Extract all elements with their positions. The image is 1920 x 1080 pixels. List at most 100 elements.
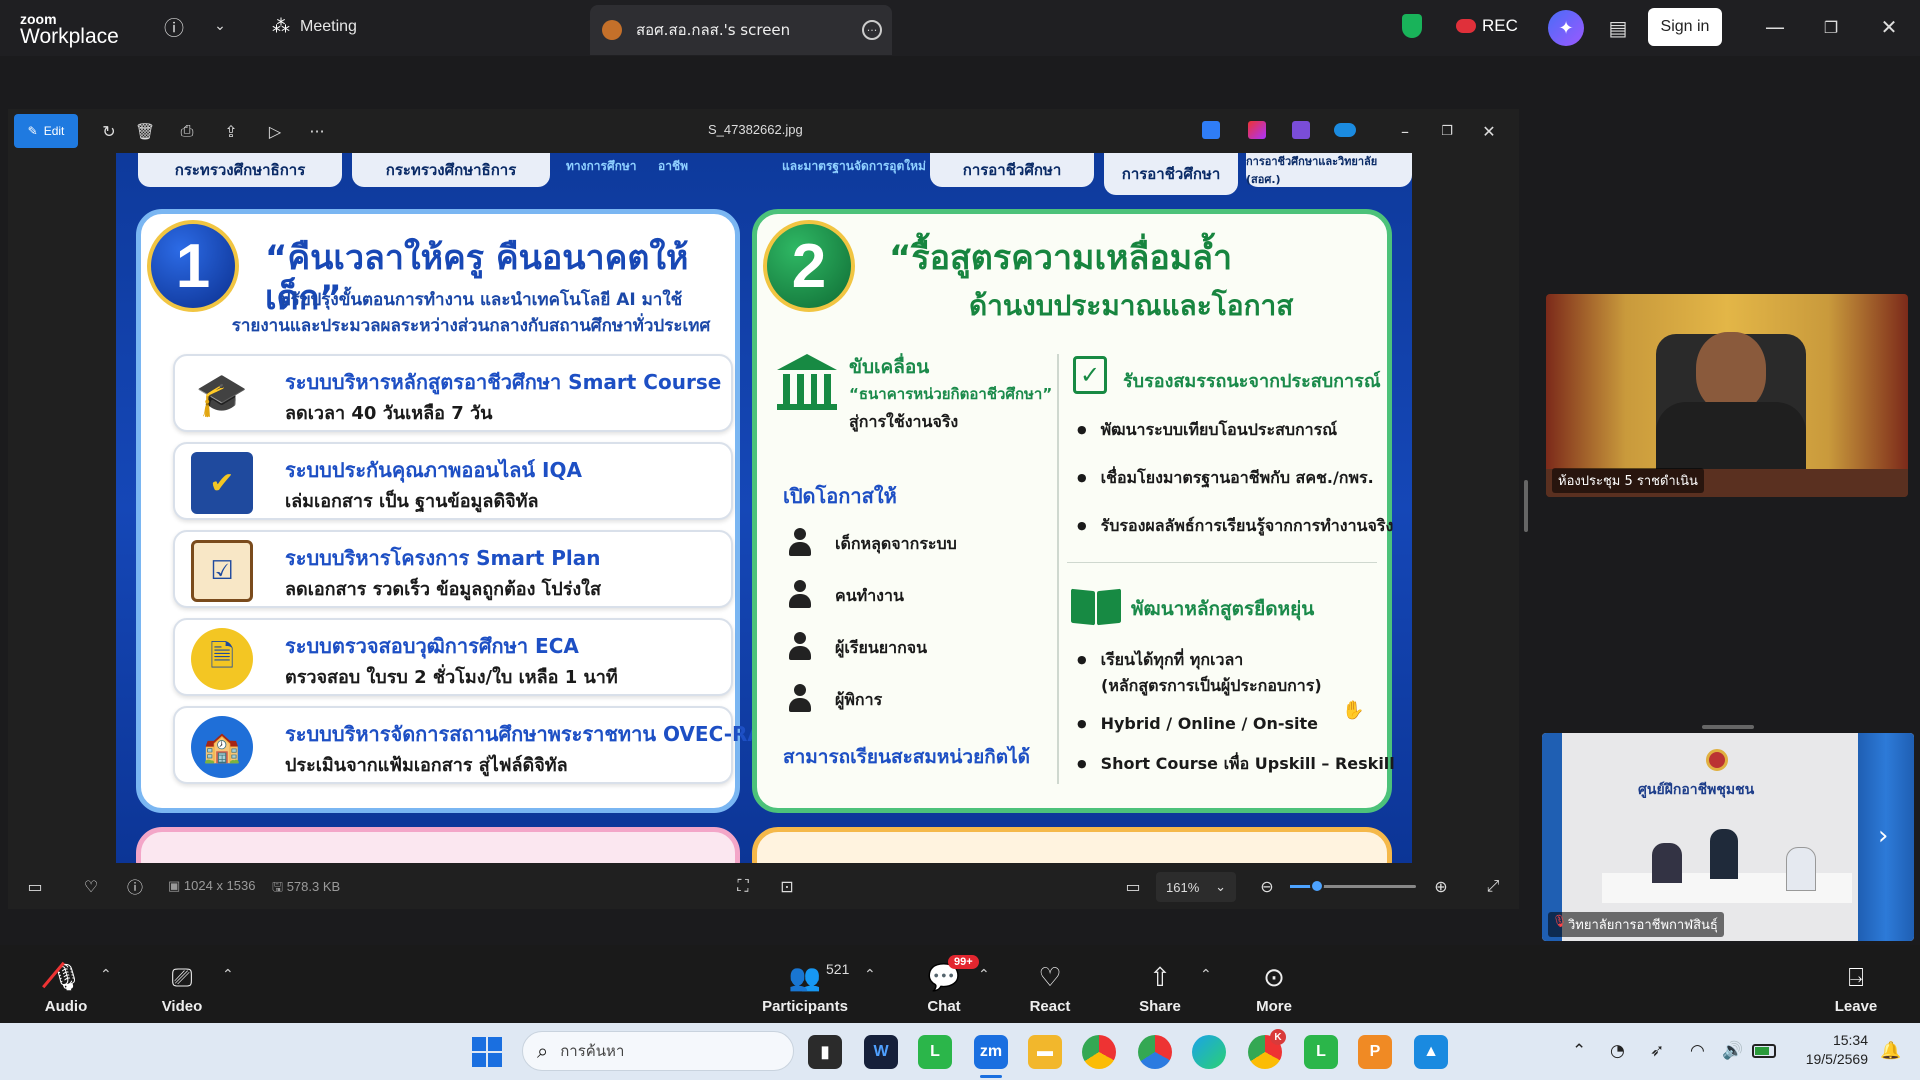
share-screen-icon: ⇧ <box>1149 962 1171 992</box>
meeting-button[interactable]: ⁂ Meeting <box>272 16 357 37</box>
ai-companion-icon[interactable]: ✦ <box>1548 10 1584 46</box>
edge-icon[interactable] <box>1192 1035 1226 1069</box>
share-button[interactable]: ⇧ Share <box>1132 945 1188 1023</box>
print-icon[interactable]: ⎙ <box>174 118 200 144</box>
fit-icon[interactable]: ⛶ <box>730 873 756 899</box>
photos-app-icon[interactable] <box>1292 121 1310 139</box>
filmstrip-icon[interactable]: ▭ <box>22 873 48 899</box>
video-button[interactable]: ⎚ Video <box>152 945 212 1023</box>
chrome-icon[interactable] <box>1082 1035 1116 1069</box>
file-explorer-icon[interactable]: ▬ <box>1028 1035 1062 1069</box>
certify-item: รับรองผลลัพธ์การเรียนรู้จากการทำงานจริง <box>1077 514 1394 539</box>
panel-2-number: 2 <box>763 220 855 312</box>
line-app-icon[interactable]: L <box>918 1035 952 1069</box>
person-icon <box>787 528 813 558</box>
info-icon[interactable]: ⓘ <box>160 12 188 40</box>
attendee <box>1710 829 1738 879</box>
participants-count: 521 <box>826 961 850 977</box>
more-options-icon[interactable]: ··· <box>862 20 882 40</box>
section-divider <box>1067 562 1377 563</box>
shared-screen-tab[interactable]: สอศ.สอ.กลส.'s screen ··· <box>590 5 892 55</box>
zoom-slider-thumb[interactable] <box>1310 879 1324 893</box>
task-view-icon[interactable]: ▮ <box>808 1035 842 1069</box>
delete-icon[interactable]: 🗑 <box>132 118 158 144</box>
start-icon[interactable] <box>472 1037 502 1067</box>
volume-icon[interactable]: 🔊 <box>1722 1041 1743 1061</box>
tray-location-icon[interactable]: ➶ <box>1650 1041 1664 1061</box>
line-app-icon-2[interactable]: L <box>1304 1035 1338 1069</box>
flex-title: พัฒนาหลักสูตรยืดหยุ่น <box>1131 598 1315 620</box>
more-actions-icon[interactable]: ··· <box>304 118 330 144</box>
chevron-down-icon[interactable]: ⌄ <box>206 12 234 40</box>
layout-view-icon[interactable]: ▤ <box>1604 14 1632 42</box>
participants-icon: 👥 <box>788 962 822 992</box>
gallery-scroll-handle[interactable] <box>1702 725 1754 729</box>
sign-in-button[interactable]: Sign in <box>1648 8 1722 46</box>
chrome-profile-icon[interactable] <box>1138 1035 1172 1069</box>
close-icon[interactable]: ✕ <box>1876 14 1902 40</box>
wifi-icon[interactable]: ◠ <box>1690 1041 1705 1061</box>
active-app-indicator <box>980 1075 1002 1078</box>
zoom-out-icon[interactable]: ⊖ <box>1254 873 1280 899</box>
battery-icon[interactable] <box>1752 1044 1776 1058</box>
viewer-maximize-icon[interactable]: ❐ <box>1434 118 1460 144</box>
split-handle[interactable] <box>1524 480 1528 532</box>
edit-pencil-icon: ✎ <box>27 124 38 138</box>
video-tile[interactable]: ศูนย์ฝึกอาชีพชุมชน › 🎙 วิทยาลัยการอาชีพก… <box>1542 733 1914 941</box>
participants-button[interactable]: 👥 Participants <box>760 945 850 1023</box>
viewer-toolbar: ✎ Edit ↻ 🗑 ⎙ ⇪ ▷ ··· S_47382662.jpg – ❐ … <box>8 109 1519 153</box>
taskbar-search[interactable]: ⌕ การค้นหา <box>522 1031 794 1071</box>
actual-size-icon[interactable]: ⊡ <box>774 873 800 899</box>
slideshow-icon[interactable]: ▷ <box>262 118 288 144</box>
clipchamp-icon[interactable] <box>1248 121 1266 139</box>
chat-unread-badge: 99+ <box>948 955 979 969</box>
designer-icon[interactable] <box>1202 121 1220 139</box>
encryption-shield-icon[interactable] <box>1402 14 1422 38</box>
leave-button[interactable]: ⍈ Leave <box>1828 945 1884 1023</box>
pdf-app-icon[interactable]: P <box>1358 1035 1392 1069</box>
cloud-record-icon <box>1456 19 1476 33</box>
image-dimensions: ▣ 1024 x 1536 <box>168 878 256 893</box>
search-icon: ⌕ <box>537 1039 549 1063</box>
fullscreen-icon[interactable]: ⤢ <box>1480 873 1506 899</box>
tray-security-icon[interactable]: ◔ <box>1610 1041 1625 1061</box>
notification-bell-icon[interactable]: 🔔 <box>1880 1041 1901 1061</box>
photos-taskbar-icon[interactable]: ▲ <box>1414 1035 1448 1069</box>
rotate-icon[interactable]: ↻ <box>96 118 122 144</box>
next-page-chevron-icon[interactable]: › <box>1878 821 1888 851</box>
viewer-status-bar: ▭ ♡ ⓘ ▣ 1024 x 1536 🖫 578.3 KB ⛶ ⊡ ▭ 161… <box>8 864 1519 909</box>
recording-indicator[interactable]: REC <box>1456 16 1518 36</box>
more-button[interactable]: ⊙ More <box>1246 945 1302 1023</box>
participants-caret-icon[interactable]: ⌃ <box>864 967 876 983</box>
aspect-icon[interactable]: ▭ <box>1120 873 1146 899</box>
minimize-icon[interactable]: — <box>1762 14 1788 40</box>
zoom-app-icon[interactable]: zm <box>974 1035 1008 1069</box>
favorite-icon[interactable]: ♡ <box>78 873 104 899</box>
top-pill: การอาชีวศึกษา <box>1104 153 1238 195</box>
widgets-app-icon[interactable]: W <box>864 1035 898 1069</box>
video-options-caret-icon[interactable]: ⌃ <box>222 967 234 983</box>
onedrive-icon[interactable] <box>1334 123 1356 137</box>
top-pill: กระทรวงศึกษาธิการ <box>138 153 342 187</box>
share-icon[interactable]: ⇪ <box>218 118 244 144</box>
share-caret-icon[interactable]: ⌃ <box>1200 967 1212 983</box>
person-icon <box>787 632 813 662</box>
edit-button[interactable]: ✎ Edit <box>14 114 78 148</box>
tray-overflow-icon[interactable]: ⌃ <box>1572 1041 1586 1061</box>
restore-icon[interactable]: ❐ <box>1818 14 1844 40</box>
audio-options-caret-icon[interactable]: ⌃ <box>100 967 112 983</box>
zoom-in-icon[interactable]: ⊕ <box>1428 873 1454 899</box>
flex-item: เรียนได้ทุกที่ ทุกเวลา <box>1077 648 1244 673</box>
file-info-icon[interactable]: ⓘ <box>122 873 148 899</box>
zoom-slider[interactable] <box>1290 879 1416 893</box>
zoom-logo: zoom Workplace <box>20 11 119 48</box>
viewer-minimize-icon[interactable]: – <box>1392 118 1418 144</box>
zoom-level-dropdown[interactable]: 161% ⌄ <box>1156 872 1236 902</box>
chat-caret-icon[interactable]: ⌃ <box>978 967 990 983</box>
react-button[interactable]: ♡ React <box>1022 945 1078 1023</box>
clock[interactable]: 15:34 19/5/2569 <box>1788 1031 1868 1069</box>
viewer-close-icon[interactable]: ✕ <box>1476 118 1502 144</box>
flex-item: Hybrid / Online / On-site <box>1077 714 1318 733</box>
video-tile[interactable]: ห้องประชุม 5 ราชดำเนิน <box>1546 294 1908 497</box>
document-clock-icon: 🗎 <box>191 628 253 690</box>
